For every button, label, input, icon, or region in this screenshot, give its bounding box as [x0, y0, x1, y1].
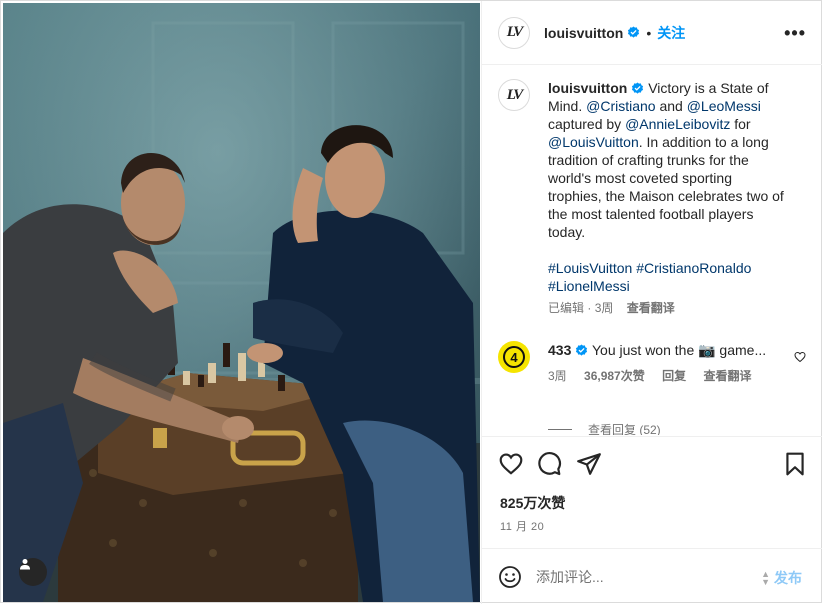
separator-dot: •: [646, 24, 652, 41]
account-username[interactable]: louisvuitton: [544, 25, 623, 41]
comment-username[interactable]: 433: [548, 342, 571, 358]
likes-count[interactable]: 825万次赞: [500, 493, 565, 513]
comments-scroll-area[interactable]: LV louisvuitton Victory is a State of Mi…: [482, 65, 822, 435]
edited-label: 已编辑: [548, 301, 585, 315]
post-dialog: LV louisvuitton • 关注 ••• LV louisvuitton…: [0, 0, 822, 604]
caption-text: captured by: [548, 116, 622, 132]
post-comment-label: 发布: [774, 570, 802, 586]
like-comment-heart-icon[interactable]: [794, 351, 806, 363]
emoji-icon[interactable]: [498, 565, 522, 589]
post-header: LV louisvuitton • 关注 •••: [482, 1, 822, 65]
comment-likes[interactable]: 36,987次赞: [584, 369, 645, 383]
follow-button[interactable]: 关注: [657, 23, 685, 43]
action-icons-row: [498, 451, 808, 477]
post-photo-image: [3, 3, 480, 602]
comment-text: You just won the 📷 game...: [592, 342, 767, 358]
translate-button[interactable]: 查看翻译: [627, 301, 675, 315]
caption-time[interactable]: 3周: [595, 301, 614, 315]
caption-text: for: [734, 116, 751, 132]
mention-link[interactable]: @LouisVuitton: [548, 134, 639, 150]
caption-username[interactable]: louisvuitton: [548, 80, 627, 96]
view-replies-label: 查看回复 (52): [588, 423, 661, 435]
comment-item: 4 433 You just won the 📷 game... 3周 36,9…: [498, 341, 818, 385]
comment-body: 433 You just won the 📷 game... 3周 36,987…: [548, 341, 788, 385]
lv-logo: LV: [506, 24, 524, 40]
tagged-users-button[interactable]: [19, 558, 47, 586]
verified-badge-icon: [632, 82, 644, 94]
post-photo[interactable]: [3, 3, 480, 602]
verified-badge-icon: [576, 344, 588, 356]
account-avatar[interactable]: LV: [498, 16, 530, 49]
mention-link[interactable]: @AnnieLeibovitz: [625, 116, 730, 132]
comment-time[interactable]: 3周: [548, 369, 567, 383]
mention-link[interactable]: @LeoMessi: [687, 98, 761, 114]
share-send-icon[interactable]: [576, 451, 602, 477]
comment-input[interactable]: [536, 568, 746, 585]
lv-logo: LV: [506, 86, 524, 103]
hashtag-link[interactable]: #CristianoRonaldo: [636, 260, 751, 276]
hashtag-link[interactable]: #LouisVuitton: [548, 260, 632, 276]
reply-button[interactable]: 回复: [662, 369, 686, 383]
post-actions: 825万次赞 11 月 20: [482, 436, 822, 548]
post-side-panel: LV louisvuitton • 关注 ••• LV louisvuitton…: [481, 1, 822, 604]
person-icon: [20, 559, 30, 570]
comment-bubble-icon[interactable]: [536, 451, 562, 477]
verified-badge-icon: [628, 26, 640, 38]
like-heart-icon[interactable]: [498, 451, 524, 477]
mention-link[interactable]: @Cristiano: [586, 98, 655, 114]
caption-body: louisvuitton Victory is a State of Mind.…: [548, 79, 788, 317]
caption-text: and: [659, 98, 683, 114]
caption-avatar[interactable]: LV: [498, 79, 530, 111]
scroll-arrows-icon: ▲ ▼: [761, 569, 770, 587]
post-comment-button[interactable]: ▲ ▼ 发布: [761, 568, 802, 588]
commenter-avatar[interactable]: 4: [498, 341, 530, 373]
hashtags: #LouisVuitton #CristianoRonaldo #LionelM…: [548, 259, 788, 295]
caption-meta: 已编辑 · 3周 查看翻译: [548, 301, 675, 315]
view-replies-button[interactable]: 查看回复 (52): [548, 421, 661, 435]
commenter-avatar-mark: 4: [503, 346, 525, 368]
more-options-icon[interactable]: •••: [784, 23, 806, 44]
replies-divider: [548, 429, 572, 430]
post-caption: LV louisvuitton Victory is a State of Mi…: [498, 79, 818, 317]
hashtag-link[interactable]: #LionelMessi: [548, 278, 630, 294]
post-date[interactable]: 11 月 20: [500, 518, 544, 534]
comment-translate-button[interactable]: 查看翻译: [703, 369, 751, 383]
comment-meta: 3周 36,987次赞 回复 查看翻译: [548, 367, 788, 385]
save-bookmark-icon[interactable]: [782, 451, 808, 477]
comment-composer: ▲▼ 发布: [482, 548, 822, 604]
